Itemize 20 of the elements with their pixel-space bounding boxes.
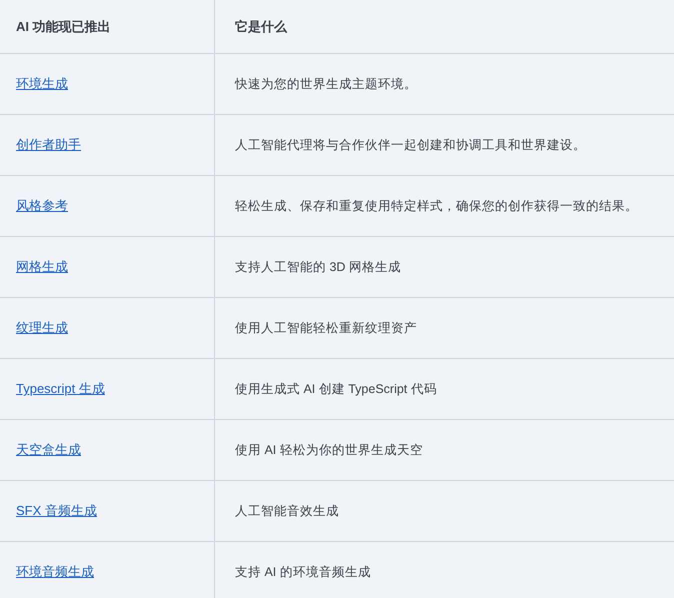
- feature-link[interactable]: 环境音频生成: [16, 562, 94, 582]
- feature-link[interactable]: 天空盒生成: [16, 440, 81, 460]
- description-text: 使用 AI 轻松为你的世界生成天空: [235, 442, 423, 459]
- feature-link[interactable]: 风格参考: [16, 196, 68, 216]
- description-text: 支持 AI 的环境音频生成: [235, 564, 371, 581]
- description-text: 人工智能音效生成: [235, 502, 339, 520]
- column-header: AI 功能现已推出: [16, 18, 111, 36]
- description-text: 人工智能代理将与合作伙伴一起创建和协调工具和世界建设。: [235, 136, 586, 154]
- description-text: 使用生成式 AI 创建 TypeScript 代码: [235, 380, 437, 398]
- description-text: 轻松生成、保存和重复使用特定样式，确保您的创作获得一致的结果。: [235, 198, 638, 215]
- description-text: 使用人工智能轻松重新纹理资产: [235, 320, 417, 337]
- feature-link[interactable]: 网格生成: [16, 257, 68, 277]
- feature-link[interactable]: 创作者助手: [16, 135, 81, 155]
- column-header: 它是什么: [235, 18, 287, 36]
- feature-link[interactable]: 纹理生成: [16, 318, 68, 338]
- description-text: 支持人工智能的 3D 网格生成: [235, 258, 401, 276]
- feature-link[interactable]: SFX 音频生成: [16, 501, 97, 521]
- feature-link[interactable]: 环境生成: [16, 74, 68, 94]
- feature-link[interactable]: Typescript 生成: [16, 379, 105, 399]
- description-text: 快速为您的世界生成主题环境。: [235, 76, 417, 93]
